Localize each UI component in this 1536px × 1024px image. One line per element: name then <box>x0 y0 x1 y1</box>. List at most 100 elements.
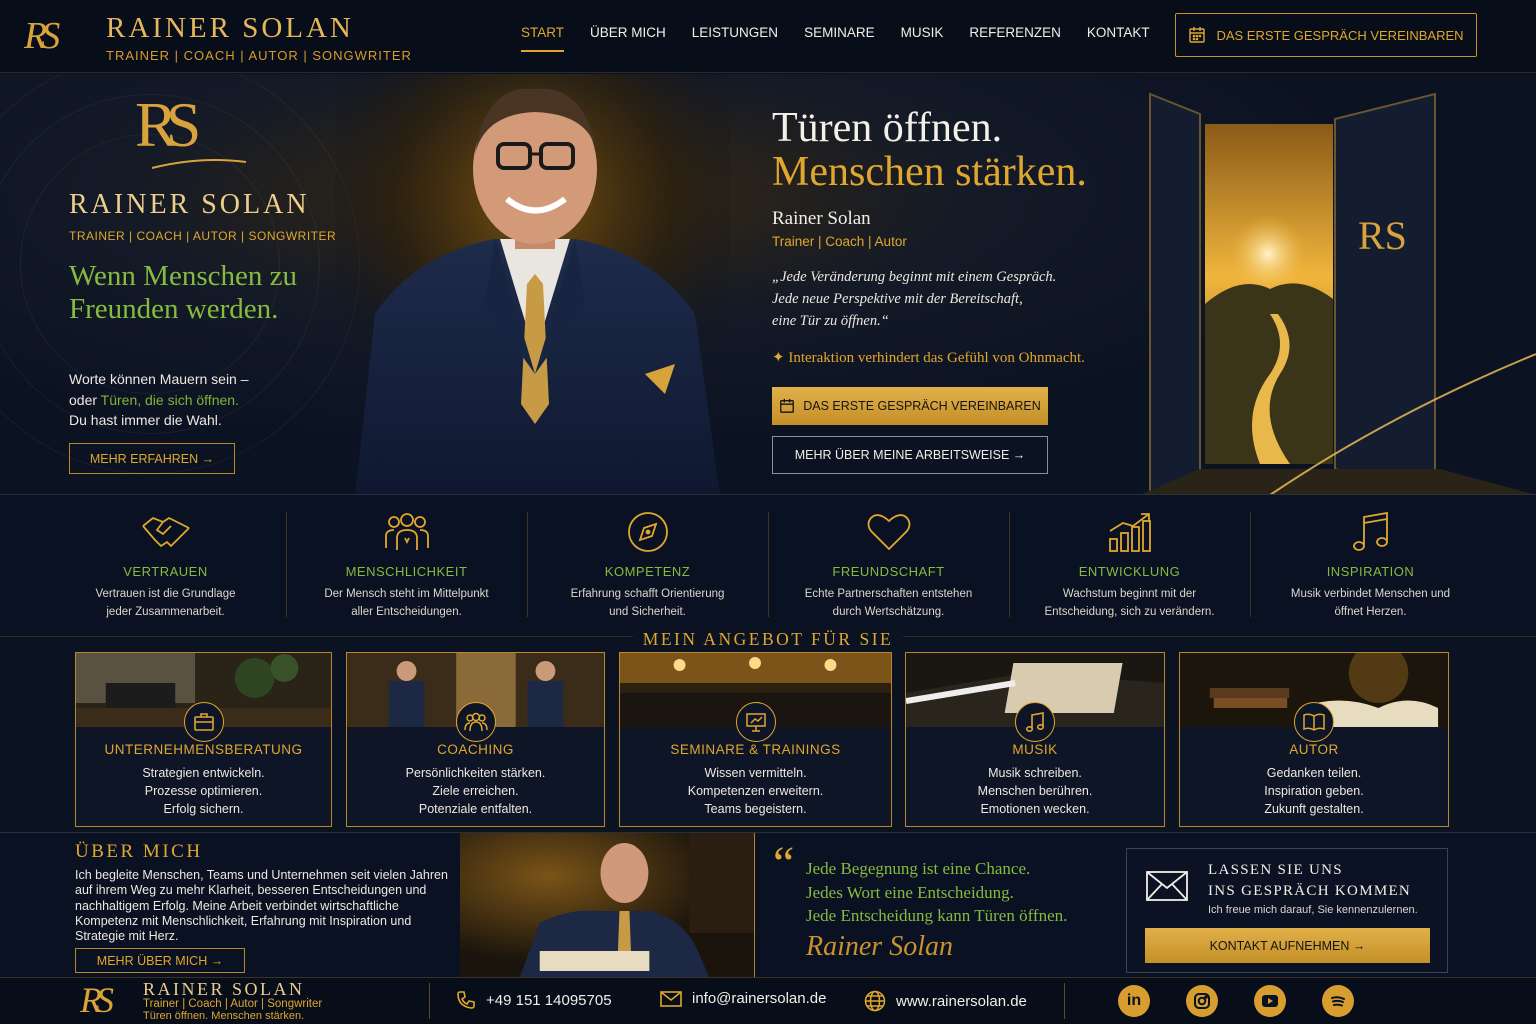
offer-card-unternehmensberatung[interactable]: UNTERNEHMENSBERATUNG Strategien entwicke… <box>75 652 332 827</box>
signature: Rainer Solan <box>806 931 953 962</box>
value-item: VERTRAUEN Vertrauen ist die Grundlage jed… <box>45 496 286 636</box>
hero-method-button[interactable]: MEHR ÜBER MEINE ARBEITSWEISE → <box>772 436 1048 474</box>
contact-box: LASSEN SIE UNS INS GESPRÄCH KOMMEN Ich fr… <box>1126 848 1448 973</box>
footer-logo[interactable]: RS <box>80 979 114 1021</box>
about-text: Ich begleite Menschen, Teams und Unterne… <box>75 868 448 944</box>
people-icon <box>384 513 429 550</box>
value-title: MENSCHLICHKEIT <box>345 564 468 579</box>
hero-slogan: Wenn Menschen zu Freunden werden. <box>69 260 297 325</box>
youtube-icon[interactable] <box>1254 985 1286 1017</box>
contact-box-subtitle: Ich freue mich darauf, Sie kennenzulerne… <box>1208 904 1418 916</box>
offer-card-desc: Persönlichkeiten stärken. Ziele erreichen… <box>405 766 546 816</box>
offer-card-desc: Gedanken teilen. Inspiration geben. Zukunf… <box>1264 766 1364 816</box>
site-footer: RS RAINER SOLAN Trainer | Coach | Autor … <box>0 977 1536 1024</box>
heart-icon <box>867 514 910 551</box>
footer-email[interactable]: info@rainersolan.de <box>660 990 826 1007</box>
hero-tagline: TRAINER | COACH | AUTOR | SONGWRITER <box>69 229 337 243</box>
footer-website[interactable]: www.rainersolan.de <box>864 990 1027 1012</box>
hero-sub-text: oder <box>69 391 101 408</box>
header-cta-label: DAS ERSTE GESPRÄCH VEREINBAREN <box>1216 27 1464 43</box>
offer-card-title: SEMINARE & TRAININGS <box>670 742 841 757</box>
nav-musik[interactable]: MUSIK <box>888 0 957 73</box>
hero-headline-1: Türen öffnen. <box>772 105 1003 151</box>
offer-card-seminare[interactable]: SEMINARE & TRAININGS Wissen vermitteln. K… <box>619 652 892 827</box>
divider <box>1064 983 1065 1019</box>
value-item: FREUNDSCHAFT Echte Partnerschaften entst… <box>768 496 1009 636</box>
brand-name[interactable]: RAINER SOLAN <box>106 12 354 45</box>
hero-section: RS RAINER SOLAN TRAINER | COACH | AUTOR … <box>0 74 1536 495</box>
door-monogram: RS <box>1358 213 1407 258</box>
book-icon <box>1294 702 1334 742</box>
site-header: RS RAINER SOLAN TRAINER | COACH | AUTOR … <box>0 0 1536 73</box>
header-appointment-button[interactable]: DAS ERSTE GESPRÄCH VEREINBAREN <box>1175 13 1477 57</box>
value-desc: Echte Partnerschaften entstehen durch Wer… <box>804 588 973 618</box>
footer-phone[interactable]: +49 151 14095705 <box>456 990 612 1010</box>
offer-card-title: MUSIK <box>1012 742 1058 757</box>
offer-title-text: MEIN ANGEBOT FÜR SIE <box>632 629 904 649</box>
linkedin-icon[interactable]: in <box>1118 985 1150 1017</box>
brand-tagline: TRAINER | COACH | AUTOR | SONGWRITER <box>106 48 412 63</box>
footer-website-url: www.rainersolan.de <box>896 992 1027 1010</box>
hero-brand-name: RAINER SOLAN <box>69 189 310 220</box>
offer-card-coaching[interactable]: COACHING Persönlichkeiten stärken. Ziele … <box>346 652 605 827</box>
spotify-icon[interactable] <box>1322 985 1354 1017</box>
offer-title: MEIN ANGEBOT FÜR SIE <box>0 629 1536 650</box>
briefcase-icon <box>183 702 224 742</box>
value-item: KOMPETENZ Erfahrung schafft Orientierung… <box>527 496 768 636</box>
hero-quote-line: Jede neue Perspektive mit der Bereitscha… <box>772 291 1023 307</box>
footer-slogan: Türen öffnen. Menschen stärken. <box>143 1010 305 1022</box>
writing-portrait-image <box>460 833 755 977</box>
hero-cta-label: DAS ERSTE GESPRÄCH VEREINBAREN <box>803 399 1041 413</box>
hero-note: ✦ Interaktion verhindert das Gefühl von … <box>772 350 1085 366</box>
music-note-icon <box>1352 511 1388 551</box>
calendar-icon <box>780 398 795 413</box>
growth-chart-icon <box>1108 513 1151 552</box>
offer-card-title: COACHING <box>437 742 514 757</box>
logo-swoosh <box>151 159 247 169</box>
nav-referenzen[interactable]: REFERENZEN <box>956 0 1074 73</box>
value-title: KOMPETENZ <box>604 564 691 579</box>
presentation-icon <box>735 702 776 742</box>
offer-card-musik[interactable]: MUSIK Musik schreiben. Menschen berühren.… <box>905 652 1165 827</box>
hero-subtext: Worte können Mauern sein – oder Türen, d… <box>69 369 249 431</box>
values-strip: VERTRAUEN Vertrauen ist die Grundlage jed… <box>0 496 1536 636</box>
about-section: ÜBER MICH Ich begleite Menschen, Teams u… <box>0 832 1536 977</box>
hero-headline-2: Menschen stärken. <box>772 149 1087 195</box>
hero-appointment-button[interactable]: DAS ERSTE GESPRÄCH VEREINBAREN <box>772 387 1048 425</box>
value-title: VERTRAUEN <box>123 564 208 579</box>
globe-icon <box>864 990 886 1012</box>
nav-seminare[interactable]: SEMINARE <box>791 0 888 73</box>
footer-brand-name: RAINER SOLAN <box>143 979 305 999</box>
hero-sub-line: oder Türen, die sich öffnen. <box>69 390 249 411</box>
nav-ueber-mich[interactable]: ÜBER MICH <box>577 0 679 73</box>
offer-card-desc: Strategien entwickeln. Prozesse optimiere… <box>142 766 265 816</box>
logo[interactable]: RS <box>24 14 60 58</box>
offer-card-autor[interactable]: AUTOR Gedanken teilen. Inspiration geben.… <box>1179 652 1449 827</box>
hero-sub-line: Du hast immer die Wahl. <box>69 412 222 428</box>
main-nav: START ÜBER MICH LEISTUNGEN SEMINARE MUSI… <box>508 0 1163 73</box>
hero-quote: „Jede Veränderung beginnt mit einem Gesp… <box>772 266 1102 332</box>
value-item: MENSCHLICHKEIT Der Mensch steht im Mitte… <box>286 496 527 636</box>
footer-email-address: info@rainersolan.de <box>692 990 827 1007</box>
offer-card-desc: Wissen vermitteln. Kompetenzen erweitern.… <box>687 766 824 816</box>
nav-start[interactable]: START <box>508 0 577 73</box>
value-desc: Der Mensch steht im Mittelpunkt aller Ent… <box>324 588 489 618</box>
hero-more-button[interactable]: MEHR ERFAHREN → <box>69 443 235 474</box>
hero-person-role: Trainer | Coach | Autor <box>772 234 907 249</box>
contact-button[interactable]: KONTAKT AUFNEHMEN → <box>1145 928 1430 963</box>
footer-tagline: Trainer | Coach | Autor | Songwriter <box>143 998 323 1010</box>
hero-quote-line: „Jede Veränderung beginnt mit einem Gesp… <box>772 269 1057 285</box>
value-title: ENTWICKLUNG <box>1078 564 1181 579</box>
nav-kontakt[interactable]: KONTAKT <box>1074 0 1163 73</box>
divider <box>429 983 430 1019</box>
value-title: FREUNDSCHAFT <box>832 564 945 579</box>
value-item: INSPIRATION Musik verbindet Menschen und… <box>1250 496 1491 636</box>
instagram-icon[interactable] <box>1186 985 1218 1017</box>
value-title: INSPIRATION <box>1326 564 1415 579</box>
offer-card-title: UNTERNEHMENSBERATUNG <box>104 742 303 757</box>
about-quote: Jede Begegnung ist eine Chance. Jedes Wo… <box>806 857 1067 928</box>
hero-sub-line: Worte können Mauern sein – <box>69 371 249 387</box>
nav-leistungen[interactable]: LEISTUNGEN <box>679 0 791 73</box>
about-quote-line: Jede Entscheidung kann Türen öffnen. <box>806 906 1068 925</box>
about-more-button[interactable]: MEHR ÜBER MICH → <box>75 948 245 973</box>
